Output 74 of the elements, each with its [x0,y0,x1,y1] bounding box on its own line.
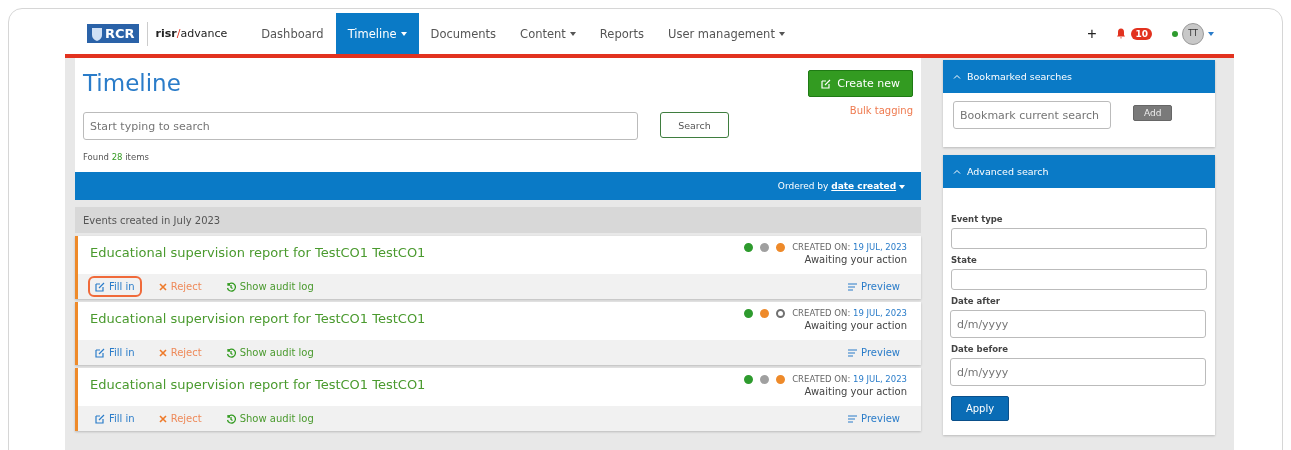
event-title[interactable]: Educational supervision report for TestCO1 TestCO1 [90,245,426,274]
event-status: Awaiting your action [804,254,907,265]
search-field[interactable]: Start typing to search [83,112,638,140]
field-label: State [951,255,978,265]
bulk-tagging-link[interactable]: Bulk tagging [849,105,913,116]
brand-name: risr/advance [146,21,228,46]
close-icon [158,348,167,357]
created-on: CREATED ON: 19 JUL, 2023 [792,308,907,318]
found-count: Found 28 items [83,152,150,162]
user-avatar[interactable]: TT [1182,22,1204,45]
edit-icon [95,347,105,358]
nav-tab[interactable]: Reports [587,13,656,54]
created-on: CREATED ON: 19 JUL, 2023 [792,374,907,384]
close-icon [158,282,167,291]
add-bookmark-button[interactable]: Add [1133,105,1173,121]
apply-button[interactable]: Apply [951,396,1009,421]
history-icon [225,413,236,424]
chevron-up-icon [953,74,961,79]
create-new-button[interactable]: Create new [808,70,913,97]
preview-link[interactable]: Preview [841,342,907,363]
search-button[interactable]: Search [660,112,729,138]
filter-field[interactable]: d/m/yyyy [950,310,1206,338]
event-title[interactable]: Educational supervision report for TestCO1 TestCO1 [90,311,426,340]
nav-tab[interactable]: Documents [418,13,509,54]
filter-field[interactable] [951,228,1207,249]
order-label[interactable]: Ordered by date created [777,181,905,191]
audit-log-link[interactable]: Show audit log [218,408,321,429]
event-status: Awaiting your action [804,386,907,397]
edit-icon [821,78,832,89]
history-icon [225,347,236,358]
crest-icon [91,26,103,41]
created-on: CREATED ON: 19 JUL, 2023 [792,242,907,252]
edit-icon [95,281,105,292]
field-label: Date after [951,296,1002,306]
fill-in-link[interactable]: Fill in [88,408,142,429]
bell-icon[interactable] [1116,28,1127,39]
chevron-up-icon [953,169,961,174]
preview-link[interactable]: Preview [841,408,907,429]
nav-tab[interactable]: Dashboard [249,13,336,54]
field-label: Event type [951,214,1004,224]
nav-tab[interactable]: User management [656,13,797,54]
lines-icon [848,348,858,357]
nav-tab[interactable]: Timeline [335,13,419,54]
field-label: Date before [951,344,1009,354]
filter-field[interactable]: d/m/yyyy [950,358,1206,386]
event-status: Awaiting your action [804,320,907,331]
lines-icon [848,414,858,423]
notification-count: 10 [1131,27,1152,40]
panel-header[interactable]: Bookmarked searches [943,60,1215,93]
lines-icon [848,282,858,291]
fill-in-link[interactable]: Fill in [88,342,142,363]
edit-icon [95,413,105,424]
close-icon [158,414,167,423]
event-title[interactable]: Educational supervision report for TestCO1 TestCO1 [90,377,426,406]
group-heading: Events created in July 2023 [75,207,921,233]
reject-link[interactable]: Reject [151,408,209,429]
reject-link[interactable]: Reject [151,342,209,363]
panel-title: Bookmarked searches [967,71,1073,82]
fill-in-link[interactable]: Fill in [88,276,142,297]
filter-field[interactable] [951,269,1207,290]
bookmark-field[interactable]: Bookmark current search [953,101,1111,129]
panel-header[interactable]: Advanced search [943,155,1215,188]
history-icon [225,281,236,292]
audit-log-link[interactable]: Show audit log [218,276,321,297]
page-title: Timeline [83,70,182,96]
nav-tab[interactable]: Content [508,13,588,54]
panel-title: Advanced search [967,166,1049,177]
caret-icon [899,185,905,189]
caret-icon [1208,31,1214,36]
preview-link[interactable]: Preview [841,276,907,297]
reject-link[interactable]: Reject [151,276,209,297]
audit-log-link[interactable]: Show audit log [218,342,321,363]
logo[interactable]: RCR [87,24,139,43]
add-button[interactable]: + [1087,24,1097,43]
